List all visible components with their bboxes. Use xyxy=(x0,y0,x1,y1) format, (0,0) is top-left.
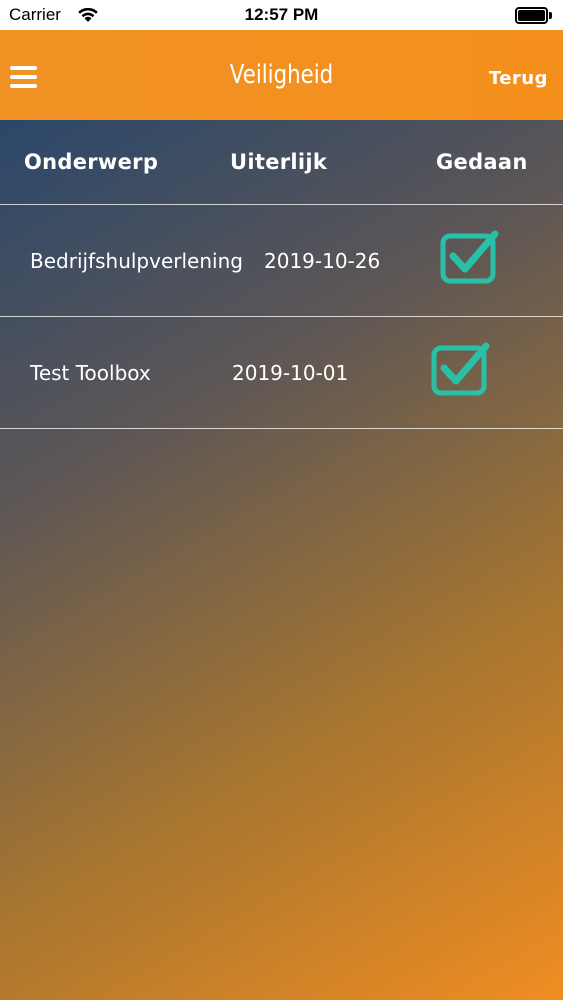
table-header: Onderwerp Uiterlijk Gedaan xyxy=(0,120,563,205)
checked-checkbox-icon[interactable] xyxy=(431,341,491,397)
clock-time: 12:57 PM xyxy=(244,5,319,24)
status-bar: Carrier 12:57 PM xyxy=(0,0,563,30)
back-button[interactable]: Terug xyxy=(489,68,548,89)
table-row[interactable]: Bedrijfshulpverlening 2019-10-26 xyxy=(0,205,563,317)
row-due-date: 2019-10-01 xyxy=(232,361,349,385)
column-header-done: Gedaan xyxy=(436,150,528,174)
battery-icon xyxy=(515,7,553,24)
navigation-bar: Veiligheid Terug xyxy=(0,30,563,120)
hamburger-menu-icon[interactable] xyxy=(10,66,42,92)
column-header-due-date: Uiterlijk xyxy=(230,150,328,174)
row-subject: Bedrijfshulpverlening xyxy=(30,249,243,273)
row-subject: Test Toolbox xyxy=(30,361,151,385)
app-screen: Carrier 12:57 PM Veiligheid Terug Onderw… xyxy=(0,0,563,1000)
table-row[interactable]: Test Toolbox 2019-10-01 xyxy=(0,317,563,429)
row-due-date: 2019-10-26 xyxy=(264,249,381,273)
checked-checkbox-icon[interactable] xyxy=(440,229,500,285)
column-header-subject: Onderwerp xyxy=(24,150,159,174)
page-title: Veiligheid xyxy=(229,60,334,90)
